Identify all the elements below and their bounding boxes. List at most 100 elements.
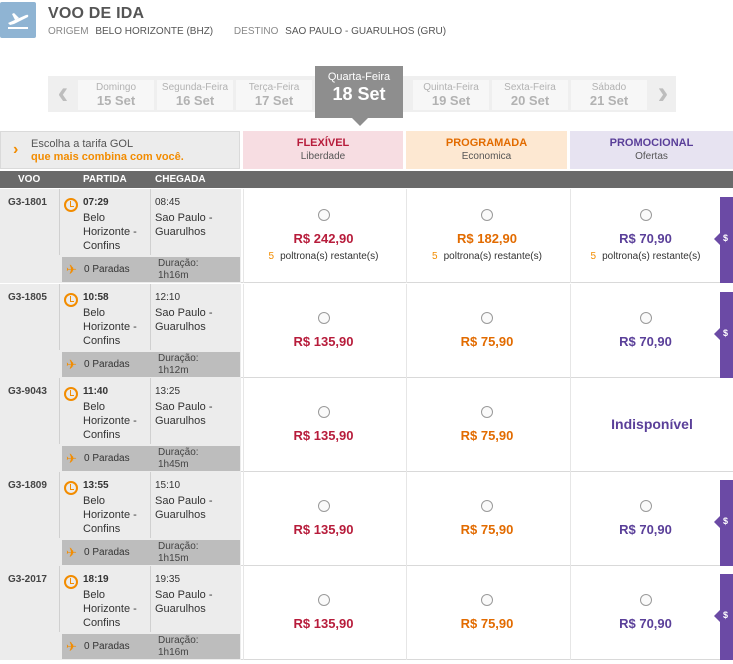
stops-bar: ✈ 0 Paradas Duração: 1h12m [62,352,240,377]
next-dates-icon[interactable]: › [650,76,676,112]
fare-cell-promocional[interactable]: R$ 70,90 [570,566,720,660]
date-day-num: 16 Set [175,93,215,108]
seats-count: 5 [590,251,597,262]
seats-count: 5 [268,251,275,262]
fare-cell-promocional[interactable]: R$ 70,90 5 poltrona(s) restante(s) [570,189,720,283]
flight-number: G3-9043 [8,386,47,397]
duration-value: 1h16m [158,647,189,658]
seats-remaining: 5 poltrona(s) restante(s) [407,251,567,262]
departure-city: Belo Horizonte - Confins [83,589,137,629]
arrival-time: 19:35 [155,574,181,585]
date-tab-19[interactable]: Quinta-Feira 19 Set [413,80,489,110]
fare-header-promocional: PROMOCIONAL Ofertas [570,131,733,169]
date-tab-21[interactable]: Sábado 21 Set [571,80,647,110]
departure-city: Belo Horizonte - Confins [83,307,137,347]
duration-value: 1h16m [158,270,189,281]
date-tab-active[interactable]: Quarta-Feira 18 Set [315,66,403,126]
fare-radio[interactable] [317,406,330,418]
destination-value: SAO PAULO - GUARULHOS (GRU) [285,26,447,37]
prev-dates-icon[interactable]: ‹ [50,76,76,112]
fare-subtitle: Economica [461,151,512,162]
seats-remaining: 5 poltrona(s) restante(s) [244,251,403,262]
date-day-name: Quarta-Feira [327,71,391,83]
fare-radio[interactable] [639,312,652,324]
plane-icon: ✈ [66,639,77,654]
fare-subtitle: Ofertas [635,151,668,162]
clock-icon [64,293,78,307]
seats-label: poltrona(s) restante(s) [602,251,701,262]
fare-price: R$ 70,90 [619,616,672,631]
fare-intro-line2: que mais combina com você. [31,151,184,163]
promo-tag[interactable]: $ [714,574,733,660]
fare-radio[interactable] [317,500,330,512]
fare-price: R$ 70,90 [619,231,672,246]
date-tab-15[interactable]: Domingo 15 Set [78,80,154,110]
seats-count: 5 [432,251,438,262]
date-tab-17[interactable]: Terça-Feira 17 Set [236,80,312,110]
fare-price: R$ 135,90 [293,522,354,537]
fare-radio[interactable] [639,500,652,512]
fare-cell-programada[interactable]: R$ 75,90 [406,284,567,378]
arrival-time: 13:25 [155,386,181,397]
seats-label: poltrona(s) restante(s) [443,251,542,262]
duration-label: Duração: [158,635,199,646]
flight-info: G3-1801 07:29 Belo Horizonte - Confins 0… [0,189,241,283]
date-tab-20[interactable]: Sexta-Feira 20 Set [492,80,568,110]
stops-bar: ✈ 0 Paradas Duração: 1h16m [62,257,240,282]
promo-tag-symbol: $ [723,610,729,620]
duration: Duração: 1h16m [158,635,199,659]
fare-price: R$ 70,90 [619,522,672,537]
fare-radio[interactable] [317,594,330,606]
fare-cell-programada[interactable]: R$ 182,90 5 poltrona(s) restante(s) [406,189,567,283]
fare-name: FLEXÍVEL [296,137,350,149]
duration: Duração: 1h15m [158,541,199,565]
fare-cell-promocional[interactable]: R$ 70,90 [570,284,720,378]
promo-tag[interactable]: $ [714,292,733,378]
fare-cell-programada[interactable]: R$ 75,90 [406,566,567,660]
stops-count: 0 Paradas [84,359,130,370]
promo-tag[interactable]: $ [714,197,733,283]
fare-radio[interactable] [481,312,493,324]
date-day-name: Segunda-Feira [161,82,229,93]
flight-row: G3-1801 07:29 Belo Horizonte - Confins 0… [0,189,733,283]
fare-radio[interactable] [317,312,330,324]
arrival-time: 12:10 [155,292,181,303]
fare-radio[interactable] [481,209,493,221]
plane-icon: ✈ [66,451,77,466]
stops-count: 0 Paradas [84,264,130,275]
fare-price: R$ 75,90 [460,522,514,537]
fare-radio[interactable] [317,209,330,221]
fare-cell-programada[interactable]: R$ 75,90 [406,472,567,566]
flight-row: G3-1805 10:58 Belo Horizonte - Confins 1… [0,284,733,378]
date-day-name: Sábado [591,82,627,93]
fare-cell-flexivel[interactable]: R$ 135,90 [243,284,403,378]
plane-icon: ✈ [66,262,77,277]
fare-radio[interactable] [481,500,493,512]
departure-time: 10:58 [83,292,109,303]
fare-unavailable: Indisponível [611,416,693,432]
flight-row: G3-1809 13:55 Belo Horizonte - Confins 1… [0,472,733,566]
stops-bar: ✈ 0 Paradas Duração: 1h45m [62,446,240,471]
duration-label: Duração: [158,541,199,552]
fare-radio[interactable] [481,406,493,418]
promo-tag[interactable]: $ [714,480,733,566]
date-day-name: Domingo [95,82,137,93]
seats-label: poltrona(s) restante(s) [280,251,379,262]
fare-price: R$ 75,90 [460,334,514,349]
date-day-name: Quinta-Feira [423,82,479,93]
fare-cell-flexivel[interactable]: R$ 135,90 [243,566,403,660]
fare-cell-flexivel[interactable]: R$ 135,90 [243,378,403,472]
fare-cell-flexivel[interactable]: R$ 135,90 [243,472,403,566]
date-day-num: 15 Set [96,93,136,108]
date-tab-16[interactable]: Segunda-Feira 16 Set [157,80,233,110]
fare-radio[interactable] [639,209,652,221]
fare-cell-flexivel[interactable]: R$ 242,90 5 poltrona(s) restante(s) [243,189,403,283]
fare-radio[interactable] [639,594,652,606]
destination-label: DESTINO [233,26,279,37]
date-day-num: 18 Set [332,84,386,104]
fare-cell-programada[interactable]: R$ 75,90 [406,378,567,472]
fare-cell-promocional[interactable]: R$ 70,90 [570,472,720,566]
fare-radio[interactable] [481,594,493,606]
duration: Duração: 1h16m [158,258,199,282]
fare-header-programada: PROGRAMADA Economica [406,131,567,169]
